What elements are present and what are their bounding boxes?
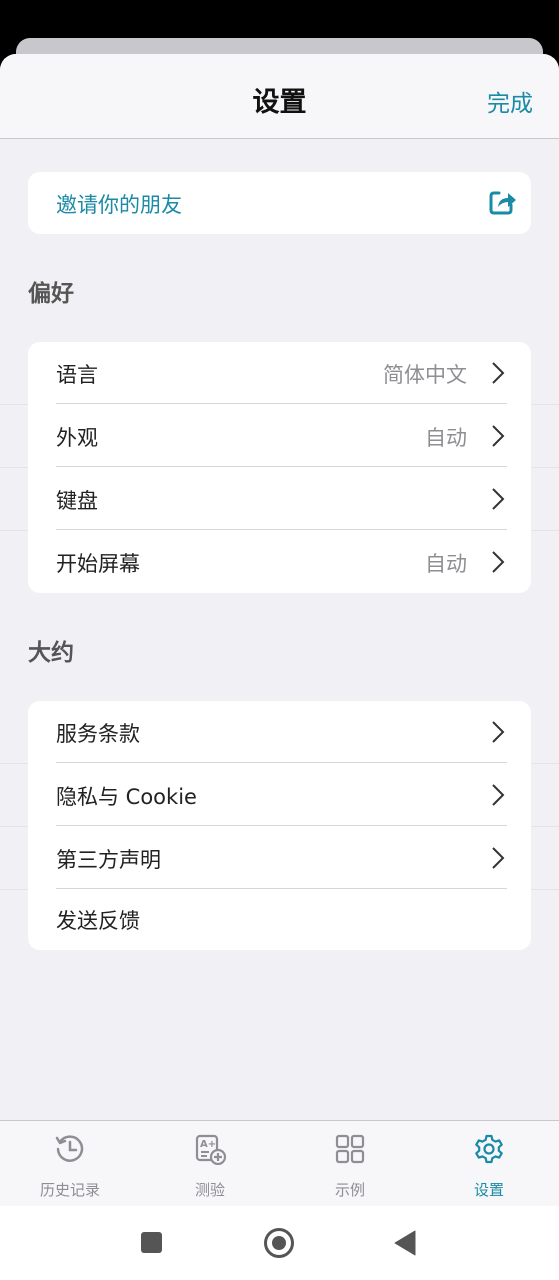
- third-party-notices-row[interactable]: 第三方声明: [28, 827, 531, 889]
- keyboard-row[interactable]: 键盘: [28, 468, 531, 530]
- tab-quiz-label: 测验: [194, 1181, 225, 1199]
- appearance-row[interactable]: 外观 自动: [28, 405, 531, 467]
- tab-settings-label: 设置: [473, 1181, 504, 1199]
- tab-examples[interactable]: 示例: [280, 1121, 420, 1206]
- share-icon: [489, 191, 516, 215]
- start-screen-label: 开始屏幕: [56, 552, 140, 576]
- tab-examples-label: 示例: [334, 1181, 365, 1199]
- section-title-preferences: 偏好: [28, 281, 74, 307]
- divider: [56, 466, 507, 467]
- divider: [56, 403, 507, 404]
- chevron-right-icon: [492, 847, 505, 869]
- preferences-card: 语言 简体中文 外观 自动 键盘 开始屏幕 自动: [28, 342, 531, 593]
- chevron-right-icon: [492, 362, 505, 384]
- tab-quiz[interactable]: A+ 测验: [140, 1121, 280, 1206]
- chevron-right-icon: [492, 721, 505, 743]
- bottom-tab-bar: 历史记录 A+ 测验 示例 设置: [0, 1120, 559, 1206]
- chevron-right-icon: [492, 488, 505, 510]
- keyboard-label: 键盘: [56, 489, 98, 513]
- language-value: 简体中文: [383, 363, 467, 387]
- invite-friends-label: 邀请你的朋友: [56, 193, 182, 217]
- appearance-label: 外观: [56, 426, 98, 450]
- chevron-right-icon: [492, 784, 505, 806]
- divider: [56, 825, 507, 826]
- settings-sheet: 设置 完成 邀请你的朋友 偏好 语言 简体中文 外观 自动 键盘 开始屏幕 自动…: [0, 54, 559, 1206]
- home-button[interactable]: [264, 1228, 294, 1258]
- recent-apps-button[interactable]: [141, 1232, 162, 1253]
- about-card: 服务条款 隐私与 Cookie 第三方声明 发送反馈: [28, 701, 531, 950]
- start-screen-value: 自动: [425, 552, 467, 576]
- page-title: 设置: [252, 87, 307, 118]
- divider: [56, 529, 507, 530]
- language-row[interactable]: 语言 简体中文: [28, 342, 531, 404]
- done-button[interactable]: 完成: [487, 84, 533, 118]
- section-title-about: 大约: [28, 640, 74, 666]
- divider: [56, 762, 507, 763]
- tab-history-label: 历史记录: [39, 1181, 100, 1199]
- send-feedback-label: 发送反馈: [56, 909, 140, 933]
- chevron-right-icon: [492, 551, 505, 573]
- privacy-cookie-label: 隐私与 Cookie: [56, 785, 197, 809]
- privacy-cookie-row[interactable]: 隐私与 Cookie: [28, 764, 531, 826]
- back-button[interactable]: [394, 1230, 416, 1256]
- appearance-value: 自动: [425, 426, 467, 450]
- send-feedback-row[interactable]: 发送反馈: [28, 888, 531, 950]
- quiz-icon: A+: [195, 1134, 226, 1165]
- history-icon: [55, 1135, 84, 1162]
- third-party-notices-label: 第三方声明: [56, 848, 161, 872]
- tab-settings[interactable]: 设置: [419, 1121, 559, 1206]
- terms-of-service-row[interactable]: 服务条款: [28, 701, 531, 763]
- invite-friends-card[interactable]: 邀请你的朋友: [28, 172, 531, 234]
- tab-history[interactable]: 历史记录: [0, 1121, 140, 1206]
- header: 设置 完成: [0, 54, 559, 139]
- terms-of-service-label: 服务条款: [56, 722, 140, 746]
- examples-grid-icon: [335, 1134, 365, 1164]
- start-screen-row[interactable]: 开始屏幕 自动: [28, 531, 531, 593]
- language-label: 语言: [56, 363, 98, 387]
- svg-text:A+: A+: [200, 1139, 216, 1150]
- system-navigation-bar: [0, 1206, 559, 1280]
- gear-icon: [475, 1134, 503, 1164]
- chevron-right-icon: [492, 425, 505, 447]
